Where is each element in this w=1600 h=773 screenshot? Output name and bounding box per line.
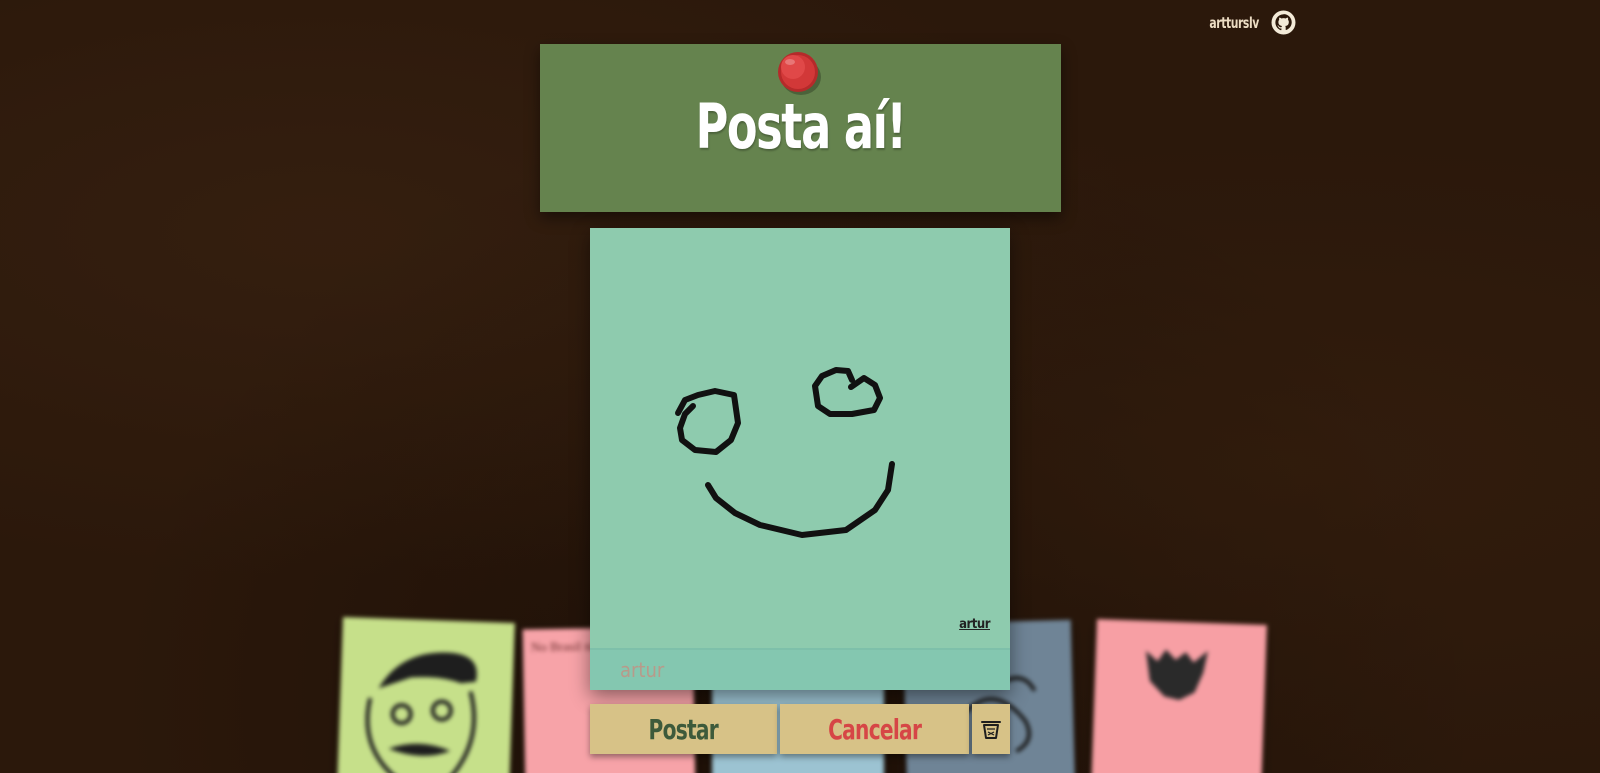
background-note-5[interactable] <box>1091 619 1267 773</box>
cancel-button-label: Cancelar <box>827 712 922 746</box>
drawing-note: artur <box>590 228 1010 690</box>
post-button-label: Postar <box>648 712 719 746</box>
cancel-button[interactable]: Cancelar <box>780 704 969 754</box>
post-button[interactable]: Postar <box>590 704 777 754</box>
user-bar: artturslv <box>1197 10 1296 35</box>
drawing-canvas[interactable] <box>590 228 1010 648</box>
page-title: Posta aí! <box>695 90 907 163</box>
header-banner: Posta aí! <box>540 44 1061 212</box>
trash-icon <box>981 721 1001 739</box>
mustache-face-drawing <box>365 652 477 773</box>
username-link[interactable]: artturslv <box>1209 14 1259 32</box>
background-note-1[interactable] <box>337 617 515 773</box>
note-author: artur <box>959 617 990 632</box>
beard-drawing <box>1145 649 1208 701</box>
author-name-input[interactable] <box>590 648 1010 690</box>
clear-drawing-button[interactable] <box>972 704 1010 754</box>
note-actions: Postar Cancelar <box>590 704 1010 754</box>
github-icon[interactable] <box>1271 10 1296 35</box>
